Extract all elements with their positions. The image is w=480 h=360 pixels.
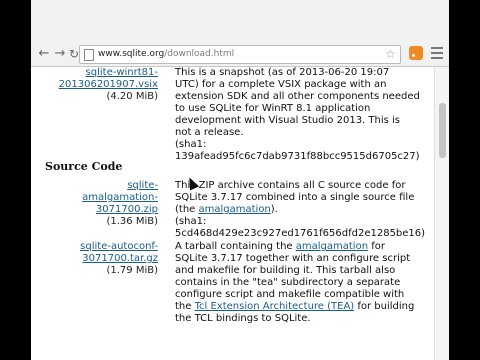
section-title: Source Code [45, 160, 123, 173]
desc-text: for building [354, 301, 415, 312]
link-line: sqlite- [127, 180, 158, 191]
desc-line: UTC) for a complete VSIX package with an [175, 79, 387, 90]
rss-feed-icon[interactable] [409, 46, 423, 60]
desc-line: not a release. [175, 127, 244, 138]
desc-text: (the [175, 204, 199, 215]
tea-link[interactable]: Tcl Extension Architecture (TEA) [195, 301, 355, 312]
desc-line: development with Visual Studio 2013. Thi… [175, 115, 401, 126]
winrt-download-cell: sqlite-winrt81- 201306201907.vsix (4.20 … [41, 67, 158, 103]
autoconf-description: A tarball containing the amalgamation fo… [175, 241, 433, 325]
address-bar[interactable]: www.sqlite.org/download.html ☆ [79, 45, 401, 64]
menu-icon[interactable] [431, 47, 443, 59]
url-text[interactable]: www.sqlite.org/download.html [98, 47, 234, 61]
scrollbar-thumb[interactable] [439, 103, 446, 158]
desc-text: for [368, 241, 385, 252]
link-line: sqlite-winrt81- [85, 67, 158, 78]
link-line: 3071700.zip [95, 204, 158, 215]
desc-line: the Tcl Extension Architecture (TEA) for… [175, 301, 433, 313]
autoconf-download-link[interactable]: sqlite-autoconf- 3071700.tar.gz [80, 241, 158, 264]
amalgamation-link[interactable]: amalgamation [296, 241, 368, 252]
desc-line: to use SQLite for WinRT 8.1 application [175, 103, 371, 114]
desc-line: This is a snapshot (as of 2013-06-20 19:… [175, 67, 390, 78]
desc-line: This ZIP archive contains all C source c… [175, 180, 406, 191]
amalgamation-description: This ZIP archive contains all C source c… [175, 180, 433, 240]
autoconf-cell: sqlite-autoconf- 3071700.tar.gz (1.79 Mi… [41, 241, 158, 277]
sha-line: (sha1: [175, 216, 207, 227]
winrt-download-link[interactable]: sqlite-winrt81- 201306201907.vsix [59, 67, 158, 90]
desc-line: A tarball containing the amalgamation fo… [175, 241, 433, 253]
link-line: 3071700.tar.gz [82, 253, 158, 264]
forward-arrow-icon[interactable]: → [53, 46, 67, 62]
desc-line: (the amalgamation). [175, 204, 433, 216]
desc-text: ). [270, 204, 278, 215]
url-domain: www.sqlite.org [98, 49, 165, 59]
sha-line: 139afead95fc6c7dab9731f88bcc9515d6705c27… [175, 151, 420, 162]
desc-text: the [175, 301, 195, 312]
page-icon [84, 49, 94, 61]
url-path: /download.html [164, 49, 235, 59]
browser-toolbar: ← → ↻ www.sqlite.org/download.html ☆ [31, 42, 449, 67]
desc-line: SQLite 3.7.17 together with an configure… [175, 253, 411, 264]
vertical-scrollbar[interactable] [434, 67, 449, 360]
desc-line: contains in the "tea" subdirectory a sep… [175, 277, 401, 288]
browser-window: ← → ↻ www.sqlite.org/download.html ☆ sql… [31, 0, 449, 360]
amalgamation-link[interactable]: amalgamation [199, 204, 271, 215]
desc-line: configure script and makefile compatible… [175, 289, 405, 300]
amalgamation-download-link[interactable]: sqlite- amalgamation- 3071700.zip [82, 180, 158, 215]
link-line: sqlite-autoconf- [80, 241, 158, 252]
file-size: (1.79 MiB) [106, 265, 158, 276]
file-size: (1.36 MiB) [106, 216, 158, 227]
page-content: sqlite-winrt81- 201306201907.vsix (4.20 … [31, 67, 434, 360]
desc-line: the TCL bindings to SQLite. [175, 313, 311, 324]
back-arrow-icon[interactable]: ← [37, 46, 51, 62]
winrt-description: This is a snapshot (as of 2013-06-20 19:… [175, 67, 433, 163]
desc-line: and makefile for building it. This tarba… [175, 265, 396, 276]
desc-line: SQLite 3.7.17 combined into a single sou… [175, 192, 415, 203]
sha-line: (sha1: [175, 139, 207, 150]
link-line: amalgamation- [82, 192, 158, 203]
desc-line: extension SDK and all other components n… [175, 91, 420, 102]
desc-text: A tarball containing the [175, 241, 296, 252]
amalgamation-cell: sqlite- amalgamation- 3071700.zip (1.36 … [41, 180, 158, 228]
bookmark-star-icon[interactable]: ☆ [385, 46, 396, 62]
file-size: (4.20 MiB) [106, 91, 158, 102]
link-line: 201306201907.vsix [58, 79, 158, 90]
sha-line: 5cd468d429e23c927ed1761f656dfd2e1285be16… [175, 228, 426, 239]
